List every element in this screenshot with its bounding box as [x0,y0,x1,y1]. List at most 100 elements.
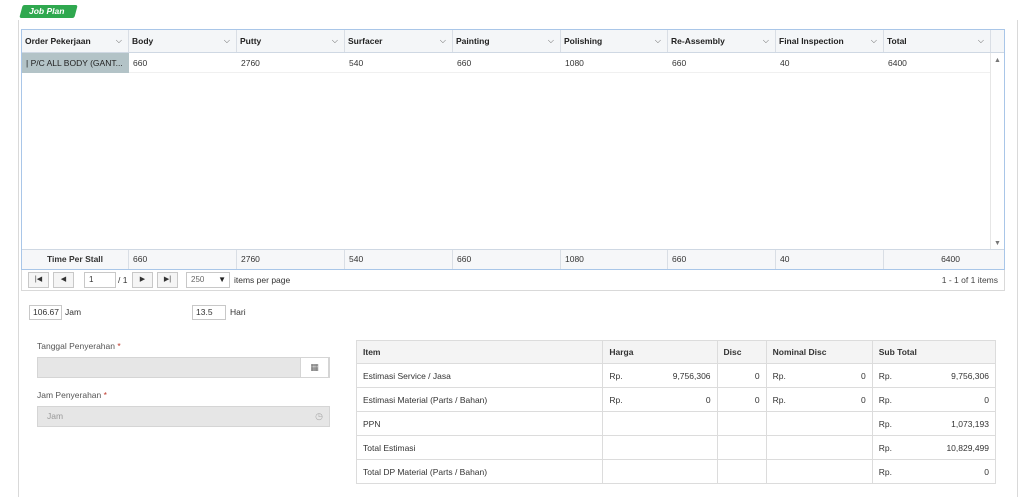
vertical-scrollbar[interactable]: ▲ ▼ [990,53,1004,251]
jam-penyerahan-label: Jam Penyerahan * [37,390,107,400]
first-page-button[interactable]: |◀ [28,272,49,288]
column-header-final-inspection[interactable]: Final Inspection ⌵ [776,30,884,52]
chevron-down-icon[interactable]: ⌵ [655,30,661,52]
estimate-table: Item Harga Disc Nominal Disc Sub Total E… [355,340,997,484]
table-row: Total DP Material (Parts / Bahan) Rp. 0 [355,459,997,484]
scroll-up-icon[interactable]: ▲ [994,57,1001,64]
column-header-order[interactable]: Order Pekerjaan ⌵ [22,30,129,52]
chevron-down-icon[interactable]: ⌵ [440,30,446,52]
grid-header: Order Pekerjaan ⌵ Body ⌵ Putty ⌵ Surfacer ⌵ … [22,30,1004,53]
clock-icon[interactable]: ◷ [315,407,323,426]
cell-order[interactable]: | P/C ALL BODY (GANT... [22,53,129,73]
column-header-body[interactable]: Body ⌵ [129,30,237,52]
section-tag-job-plan: Job Plan [19,5,79,18]
chevron-down-icon[interactable]: ⌵ [871,30,877,52]
tanggal-penyerahan-label: Tanggal Penyerahan * [37,341,121,351]
estimate-header-row: Item Harga Disc Nominal Disc Sub Total [355,340,997,364]
chevron-down-icon[interactable]: ⌵ [978,30,984,52]
scroll-down-icon[interactable]: ▼ [994,240,1001,247]
grid-footer-row: Time Per Stall 660 2760 540 660 1080 660… [22,249,1004,269]
header-disc: Disc [716,340,767,364]
grid-pager: |◀ ◀ 1 / 1 ▶ ▶| 250 ▼ items per page 1 - … [21,270,1005,291]
disc-cell [716,435,767,460]
pager-info: 1 - 1 of 1 items [941,275,998,285]
subtotal-cell: Rp. 0 [871,459,997,484]
footer-final-inspection: 40 [776,250,884,269]
cell-polishing[interactable]: 1080 [561,53,668,73]
footer-painting: 660 [453,250,561,269]
item-name: PPN [355,411,604,436]
calendar-icon[interactable]: ▦ [300,357,329,378]
chevron-down-icon[interactable]: ⌵ [116,30,122,52]
nominal-disc-cell [765,435,873,460]
harga-cell [602,435,718,460]
footer-total: 6400 [941,254,960,264]
nominal-disc-cell [765,459,873,484]
cell-surfacer[interactable]: 540 [345,53,453,73]
column-header-polishing[interactable]: Polishing ⌵ [561,30,668,52]
column-header-painting[interactable]: Painting ⌵ [453,30,561,52]
table-row: Estimasi Service / Jasa Rp. 9,756,306 0 R… [355,363,997,388]
page-size-select[interactable]: 250 ▼ [186,272,230,288]
jam-penyerahan-input[interactable]: Jam ◷ [37,406,330,427]
column-header-reassembly[interactable]: Re-Assembly ⌵ [668,30,776,52]
chevron-down-icon[interactable]: ⌵ [763,30,769,52]
disc-cell: 0 [716,363,767,388]
chevron-down-icon[interactable]: ⌵ [224,30,230,52]
cell-painting[interactable]: 660 [453,53,561,73]
footer-label: Time Per Stall [22,250,129,269]
cell-final-inspection[interactable]: 40 [776,53,884,73]
header-harga: Harga [602,340,718,364]
column-header-surfacer[interactable]: Surfacer ⌵ [345,30,453,52]
chevron-down-icon: ▼ [218,275,226,284]
page-number-input[interactable]: 1 [84,272,116,288]
items-per-page-label: items per page [234,275,291,285]
disc-cell: 0 [716,387,767,412]
panel-border-left [18,20,19,497]
nominal-disc-cell [765,411,873,436]
header-sub-total: Sub Total [871,340,997,364]
subtotal-cell: Rp. 10,829,499 [871,435,997,460]
footer-reassembly: 660 [668,250,776,269]
disc-cell [716,411,767,436]
nominal-disc-cell: Rp. 0 [765,363,873,388]
footer-polishing: 1080 [561,250,668,269]
jam-value: 106.67 [29,305,62,320]
harga-cell: Rp. 0 [602,387,718,412]
item-name: Total DP Material (Parts / Bahan) [355,459,604,484]
nominal-disc-cell: Rp. 0 [765,387,873,412]
footer-surfacer: 540 [345,250,453,269]
hari-label: Hari [230,307,246,317]
subtotal-cell: Rp. 0 [871,387,997,412]
last-page-button[interactable]: ▶| [157,272,178,288]
jam-label: Jam [65,307,82,317]
table-row: PPN Rp. 1,073,193 [355,411,997,436]
footer-putty: 2760 [237,250,345,269]
harga-cell [602,411,718,436]
cell-reassembly[interactable]: 660 [668,53,776,73]
item-name: Estimasi Material (Parts / Bahan) [355,387,604,412]
subtotal-cell: Rp. 1,073,193 [871,411,997,436]
chevron-down-icon[interactable]: ⌵ [548,30,554,52]
tanggal-penyerahan-input[interactable]: ▦ [37,357,330,378]
page-count: / 1 [118,275,128,285]
column-header-putty[interactable]: Putty ⌵ [237,30,345,52]
header-nominal-disc: Nominal Disc [765,340,873,364]
prev-page-button[interactable]: ◀ [53,272,74,288]
cell-putty[interactable]: 2760 [237,53,345,73]
header-item: Item [355,340,604,364]
footer-body: 660 [129,250,237,269]
item-name: Total Estimasi [355,435,604,460]
item-name: Estimasi Service / Jasa [355,363,604,388]
job-plan-grid: Order Pekerjaan ⌵ Body ⌵ Putty ⌵ Surfacer ⌵ … [21,29,1005,270]
table-row: Estimasi Material (Parts / Bahan) Rp. 0 0… [355,387,997,412]
cell-total[interactable]: 6400 [884,53,990,73]
cell-body[interactable]: 660 [129,53,237,73]
column-header-total[interactable]: Total ⌵ [884,30,991,52]
disc-cell [716,459,767,484]
next-page-button[interactable]: ▶ [132,272,153,288]
table-row[interactable]: | P/C ALL BODY (GANT... 660 2760 540 660… [22,53,990,73]
harga-cell [602,459,718,484]
chevron-down-icon[interactable]: ⌵ [332,30,338,52]
hari-value: 13.5 [192,305,226,320]
